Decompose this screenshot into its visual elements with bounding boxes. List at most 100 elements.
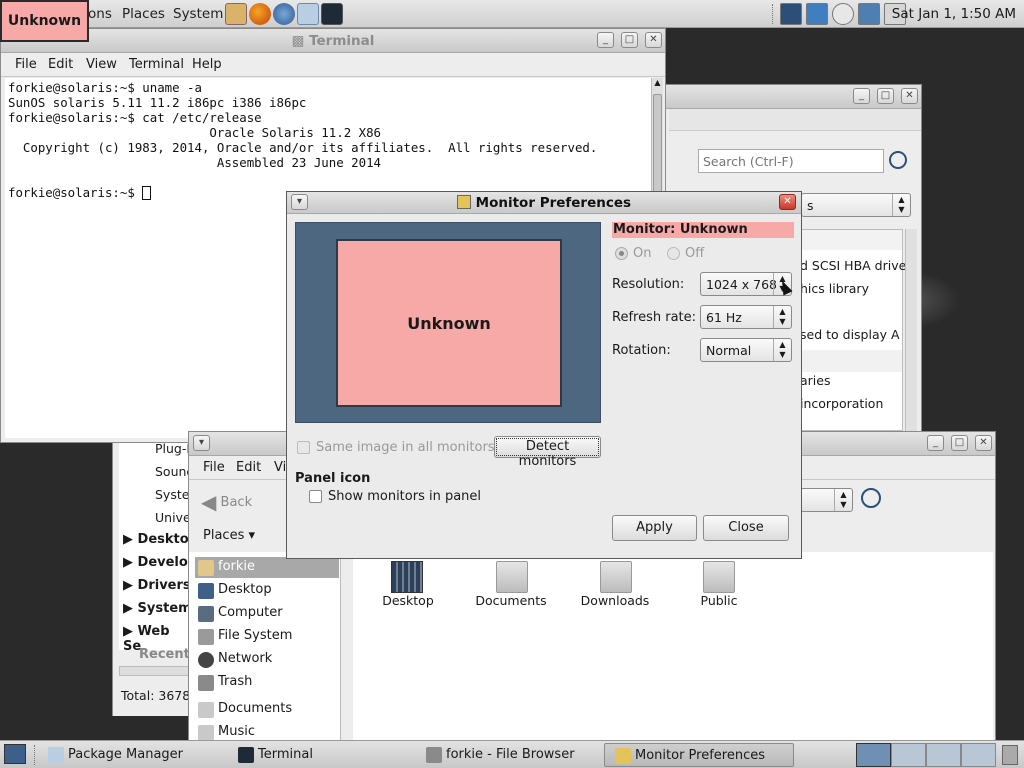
system-monitor-icon[interactable] xyxy=(780,3,802,25)
task-file-browser[interactable]: forkie - File Browser xyxy=(416,743,600,767)
pm-hscrollbar[interactable] xyxy=(119,666,193,676)
sidebar-item-music[interactable]: Music xyxy=(198,724,255,741)
search-icon[interactable] xyxy=(861,488,881,508)
close-dialog-button[interactable]: Close xyxy=(703,515,789,541)
thunderbird-launcher-icon[interactable] xyxy=(273,3,295,25)
menu-system[interactable]: System xyxy=(173,6,223,22)
pm-filter-combo[interactable]: s ▲ ▼ xyxy=(801,193,911,217)
file-view[interactable] xyxy=(353,552,993,742)
pm-list-row[interactable]: aries xyxy=(800,373,830,388)
sidebar-item-filesystem[interactable]: File System xyxy=(198,628,292,645)
tree-group[interactable]: ▶ Drivers xyxy=(123,578,191,593)
monitor-layout-area[interactable]: Unknown xyxy=(295,222,601,423)
update-launcher-icon[interactable] xyxy=(297,3,319,25)
menu-places[interactable]: Places xyxy=(122,6,165,22)
combo-arrows-icon: ▲ ▼ xyxy=(892,194,910,216)
monitor-preview-box[interactable]: Unknown xyxy=(336,239,562,407)
tree-group[interactable]: ▶ System xyxy=(123,601,192,616)
terminal-titlebar[interactable]: ▩ Terminal _ □ ✕ xyxy=(1,29,665,53)
minimize-button[interactable]: _ xyxy=(597,32,614,48)
scroll-up-icon[interactable]: ▲ xyxy=(652,78,663,92)
workspace-4[interactable] xyxy=(961,743,996,767)
home-launcher-icon[interactable] xyxy=(225,3,247,25)
on-radio[interactable] xyxy=(615,247,628,260)
panel-clock[interactable]: Sat Jan 1, 1:50 AM xyxy=(892,6,1016,22)
maximize-button[interactable]: □ xyxy=(877,88,894,104)
pm-scrollbar[interactable] xyxy=(905,229,917,431)
package-manager-titlebar[interactable]: _ □ ✕ xyxy=(661,85,921,109)
terminal-launcher-icon[interactable] xyxy=(321,3,343,25)
dialog-titlebar[interactable]: ▾ Monitor Preferences ✕ xyxy=(287,192,801,214)
menu-edit[interactable]: Edit xyxy=(48,57,73,72)
show-monitors-checkbox[interactable] xyxy=(309,490,322,503)
sidebar-item-trash[interactable]: Trash xyxy=(198,674,252,691)
sidebar-item-network[interactable]: Network xyxy=(198,651,272,668)
rotation-combo[interactable]: Normal ▲ ▼ xyxy=(700,338,792,362)
pm-list-row[interactable]: hics library xyxy=(800,281,869,296)
minimize-button[interactable]: _ xyxy=(853,88,870,104)
search-icon[interactable] xyxy=(889,151,907,169)
tree-group[interactable]: ▶ Deskto xyxy=(123,532,189,547)
workspace-1[interactable] xyxy=(856,743,891,767)
menu-terminal[interactable]: Terminal xyxy=(129,57,184,72)
pm-list-row[interactable]: d SCSI HBA drive xyxy=(800,258,906,273)
places-dropdown[interactable]: Places ▾ xyxy=(203,528,255,543)
same-image-checkbox[interactable] xyxy=(297,441,310,454)
refresh-rate-combo[interactable]: 61 Hz ▲ ▼ xyxy=(700,305,792,329)
sidebar-item-computer[interactable]: Computer xyxy=(198,605,283,622)
network-icon[interactable] xyxy=(806,3,828,25)
menu-help[interactable]: Help xyxy=(192,57,222,72)
workspace-3[interactable] xyxy=(926,743,961,767)
close-button[interactable]: ✕ xyxy=(975,435,992,451)
apply-button[interactable]: Apply xyxy=(612,515,697,541)
clock-applet-icon[interactable] xyxy=(832,3,854,25)
task-monitor-preferences[interactable]: Monitor Preferences xyxy=(604,743,794,767)
tree-group[interactable]: ▶ Develo xyxy=(123,555,188,570)
tree-item[interactable]: Unive xyxy=(155,510,191,525)
trash-applet-icon[interactable] xyxy=(1002,745,1018,765)
pm-package-list[interactable]: d SCSI HBA drive hics library sed to dis… xyxy=(800,229,906,431)
back-button[interactable]: ◀ Back xyxy=(201,490,252,514)
show-desktop-icon[interactable] xyxy=(4,744,26,764)
sidebar-item-documents[interactable]: Documents xyxy=(198,701,292,718)
minimize-button[interactable]: _ xyxy=(927,435,944,451)
detect-monitors-button[interactable]: Detect monitors xyxy=(494,436,601,469)
off-radio[interactable] xyxy=(667,247,680,260)
pm-search-input[interactable] xyxy=(698,149,884,173)
pm-list-row[interactable]: sed to display A xyxy=(800,327,900,342)
sidebar-item-forkie[interactable]: forkie xyxy=(198,559,255,576)
file-item-label[interactable]: Public xyxy=(680,593,758,608)
desktop-folder-icon[interactable] xyxy=(391,561,423,593)
downloads-folder-icon[interactable] xyxy=(600,561,632,593)
panel-separator xyxy=(772,4,774,24)
close-button[interactable]: ✕ xyxy=(901,88,918,104)
terminal-menubar: File Edit View Terminal Help xyxy=(1,53,665,77)
workspace-switcher[interactable] xyxy=(856,743,996,767)
file-item-label[interactable]: Downloads xyxy=(572,593,658,608)
pm-list-row[interactable]: incorporation xyxy=(800,396,883,411)
file-item-label[interactable]: Desktop xyxy=(368,593,448,608)
sidebar-item-desktop[interactable]: Desktop xyxy=(198,582,272,599)
file-item-label[interactable]: Documents xyxy=(470,593,552,608)
menu-file[interactable]: File xyxy=(15,57,37,72)
tree-item[interactable]: Syste xyxy=(155,487,189,502)
accessibility-icon[interactable] xyxy=(858,3,880,25)
menu-edit[interactable]: Edit xyxy=(236,460,261,475)
firefox-launcher-icon[interactable] xyxy=(249,3,271,25)
tree-recent[interactable]: Recent xyxy=(139,647,190,662)
task-package-manager[interactable]: Package Manager xyxy=(38,743,218,767)
combo-arrows-icon: ▲ ▼ xyxy=(834,489,852,511)
close-button[interactable]: ✕ xyxy=(779,194,796,210)
documents-folder-icon[interactable] xyxy=(496,561,528,593)
workspace-2[interactable] xyxy=(891,743,926,767)
maximize-button[interactable]: □ xyxy=(621,32,638,48)
tree-item[interactable]: Plug-I xyxy=(155,441,190,456)
menu-file[interactable]: File xyxy=(203,460,225,475)
window-menu-button[interactable]: ▾ xyxy=(193,435,210,451)
maximize-button[interactable]: □ xyxy=(951,435,968,451)
menu-view[interactable]: View xyxy=(86,57,117,72)
close-button[interactable]: ✕ xyxy=(645,32,662,48)
task-terminal[interactable]: Terminal xyxy=(228,743,408,767)
public-folder-icon[interactable] xyxy=(703,561,735,593)
menu-applications[interactable]: ons xyxy=(88,6,112,22)
